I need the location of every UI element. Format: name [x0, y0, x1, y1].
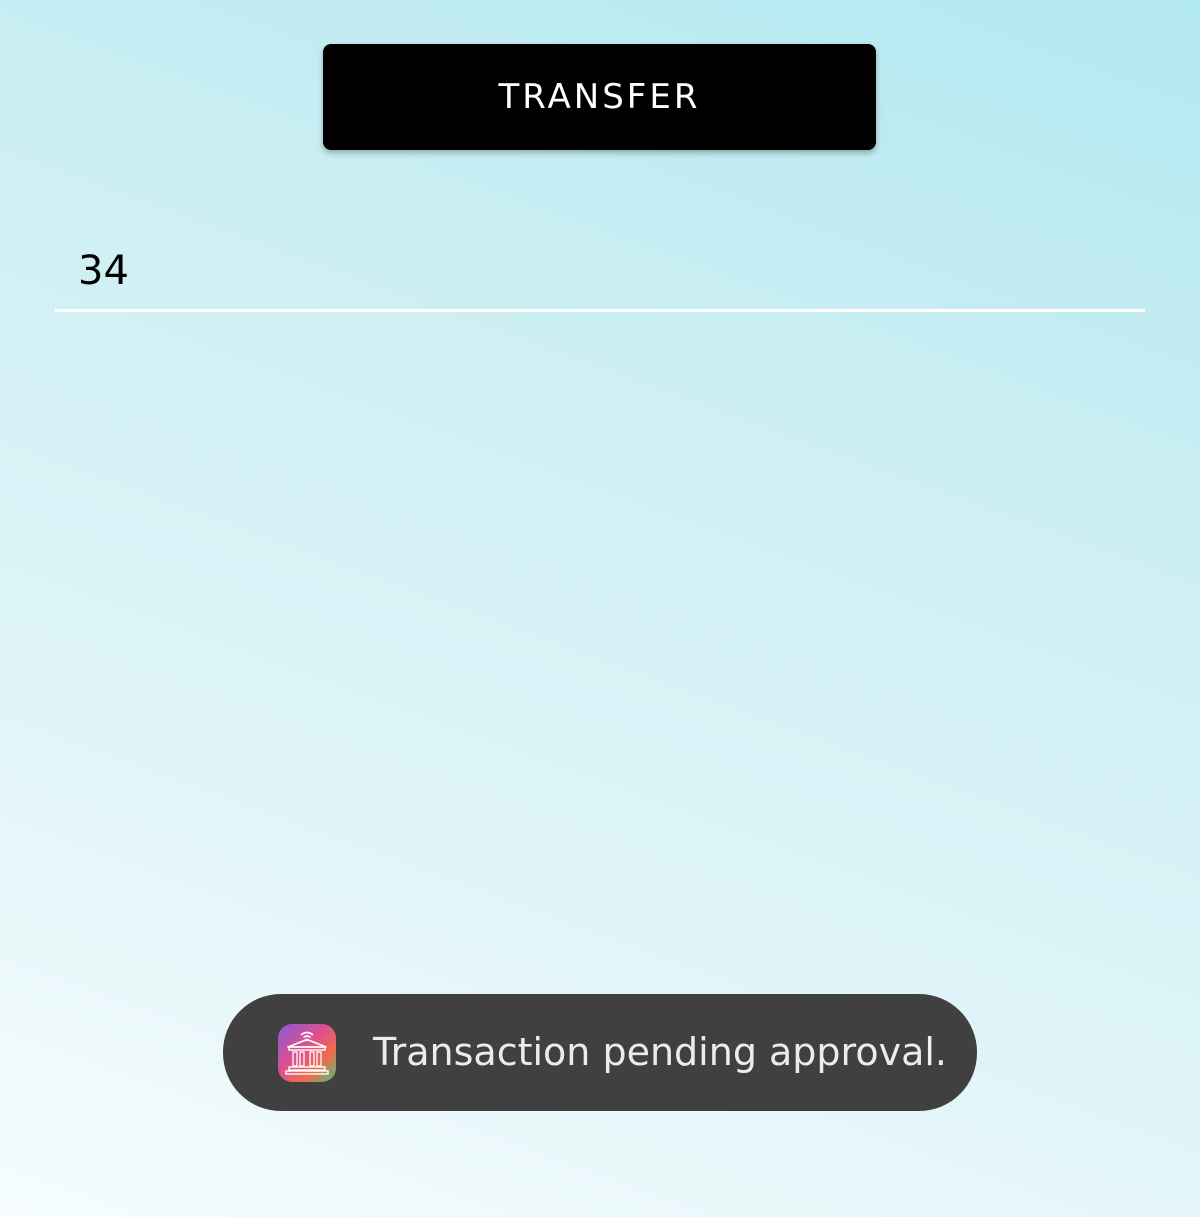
amount-input-underline: [55, 309, 1145, 312]
amount-input-value: 34: [78, 248, 129, 294]
transfer-button-label: TRANSFER: [498, 77, 701, 117]
transfer-button[interactable]: TRANSFER: [323, 44, 876, 150]
amount-input[interactable]: 34: [55, 228, 1145, 312]
app-screen: TRANSFER 34 Transaction pending approval…: [0, 0, 1200, 1217]
bank-app-icon: [278, 1024, 336, 1082]
toast-notification: Transaction pending approval.: [223, 994, 977, 1111]
toast-message: Transaction pending approval.: [373, 1030, 947, 1074]
